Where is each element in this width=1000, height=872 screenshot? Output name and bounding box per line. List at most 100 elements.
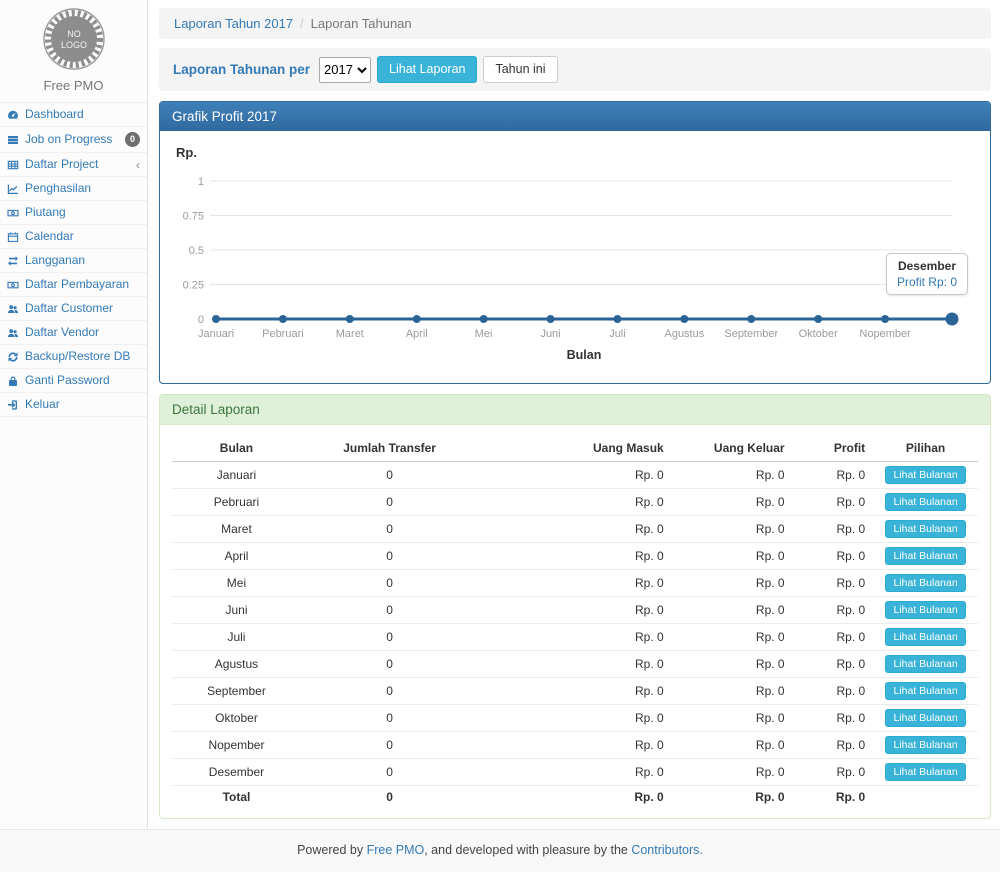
lihat-bulanan-button[interactable]: Lihat Bulanan bbox=[885, 547, 965, 565]
sidebar-item-label: Piutang bbox=[25, 206, 66, 219]
cell-jumlah_transfer: 0 bbox=[301, 651, 478, 678]
lihat-bulanan-button[interactable]: Lihat Bulanan bbox=[885, 682, 965, 700]
breadcrumb-separator: / bbox=[300, 16, 304, 31]
free-pmo-link[interactable]: Free PMO bbox=[367, 843, 425, 857]
lihat-bulanan-button[interactable]: Lihat Bulanan bbox=[885, 655, 965, 673]
sidebar-item-label: Ganti Password bbox=[25, 374, 110, 387]
sidebar: NO LOGO Free PMO DashboardJob on Progres… bbox=[0, 0, 148, 829]
contributors-link[interactable]: Contributors. bbox=[631, 843, 703, 857]
column-header-jumlah-transfer: Jumlah Transfer bbox=[301, 435, 478, 462]
brand: NO LOGO Free PMO bbox=[0, 0, 147, 102]
data-point[interactable] bbox=[480, 315, 488, 323]
cell-jumlah_transfer: 0 bbox=[301, 570, 478, 597]
detail-panel-body: BulanJumlah TransferUang MasukUang Kelua… bbox=[160, 425, 990, 818]
sidebar-item-keluar[interactable]: Keluar bbox=[0, 393, 147, 417]
sidebar-item-daftar-project[interactable]: Daftar Project‹ bbox=[0, 153, 147, 177]
data-point[interactable] bbox=[613, 315, 621, 323]
breadcrumb-link[interactable]: Laporan Tahun 2017 bbox=[174, 16, 293, 31]
x-tick-label: Pebruari bbox=[262, 328, 304, 340]
data-point[interactable] bbox=[279, 315, 287, 323]
table-row: Januari0Rp. 0Rp. 0Rp. 0Lihat Bulanan bbox=[172, 462, 978, 489]
column-header-profit: Profit bbox=[793, 435, 874, 462]
lihat-bulanan-button[interactable]: Lihat Bulanan bbox=[885, 601, 965, 619]
data-point[interactable] bbox=[881, 315, 889, 323]
cell-uang_keluar: Rp. 0 bbox=[672, 516, 793, 543]
cell-profit: Rp. 0 bbox=[793, 678, 874, 705]
lihat-bulanan-button[interactable]: Lihat Bulanan bbox=[885, 493, 965, 511]
cell-bulan: Januari bbox=[172, 462, 301, 489]
sign-out-icon bbox=[7, 399, 20, 411]
cell-pilihan: Lihat Bulanan bbox=[873, 489, 978, 516]
lihat-bulanan-button[interactable]: Lihat Bulanan bbox=[885, 763, 965, 781]
sidebar-item-label: Daftar Project bbox=[25, 158, 98, 171]
cell-jumlah_transfer: 0 bbox=[301, 678, 478, 705]
cell-bulan: Pebruari bbox=[172, 489, 301, 516]
chart-panel-body: 00.250.50.751Rp.JanuariPebruariMaretApri… bbox=[160, 131, 990, 383]
column-header-bulan: Bulan bbox=[172, 435, 301, 462]
table-row: Agustus0Rp. 0Rp. 0Rp. 0Lihat Bulanan bbox=[172, 651, 978, 678]
detail-laporan-panel: Detail Laporan BulanJumlah TransferUang … bbox=[159, 394, 991, 819]
sidebar-item-calendar[interactable]: Calendar bbox=[0, 225, 147, 249]
data-point[interactable] bbox=[680, 315, 688, 323]
sidebar-item-langganan[interactable]: Langganan bbox=[0, 249, 147, 273]
cell-uang_keluar: Rp. 0 bbox=[672, 462, 793, 489]
lihat-bulanan-button[interactable]: Lihat Bulanan bbox=[885, 520, 965, 538]
cell-jumlah_transfer: 0 bbox=[301, 732, 478, 759]
money-icon bbox=[7, 279, 20, 291]
table-row: Maret0Rp. 0Rp. 0Rp. 0Lihat Bulanan bbox=[172, 516, 978, 543]
data-point[interactable] bbox=[814, 315, 822, 323]
y-tick-label: 0.5 bbox=[189, 245, 204, 257]
cell-uang_masuk: Rp. 0 bbox=[478, 678, 671, 705]
data-point[interactable] bbox=[212, 315, 220, 323]
x-tick-label: Mei bbox=[475, 328, 493, 340]
table-row: Oktober0Rp. 0Rp. 0Rp. 0Lihat Bulanan bbox=[172, 705, 978, 732]
sidebar-item-label: Daftar Vendor bbox=[25, 326, 99, 339]
cell-bulan: April bbox=[172, 543, 301, 570]
cell-profit: Rp. 0 bbox=[793, 759, 874, 786]
sidebar-item-ganti-password[interactable]: Ganti Password bbox=[0, 369, 147, 393]
data-point[interactable] bbox=[547, 315, 555, 323]
cell-profit: Rp. 0 bbox=[793, 624, 874, 651]
sidebar-item-piutang[interactable]: Piutang bbox=[0, 201, 147, 225]
chart-panel-title: Grafik Profit 2017 bbox=[160, 102, 990, 131]
y-tick-label: 0 bbox=[198, 314, 204, 326]
data-point-active[interactable] bbox=[946, 313, 959, 326]
cell-bulan: September bbox=[172, 678, 301, 705]
money-icon bbox=[7, 207, 20, 219]
lihat-bulanan-button[interactable]: Lihat Bulanan bbox=[885, 466, 965, 484]
sidebar-item-backup-restore-db[interactable]: Backup/Restore DB bbox=[0, 345, 147, 369]
data-point[interactable] bbox=[747, 315, 755, 323]
table-row: September0Rp. 0Rp. 0Rp. 0Lihat Bulanan bbox=[172, 678, 978, 705]
cell-jumlah_transfer: 0 bbox=[301, 516, 478, 543]
sidebar-item-penghasilan[interactable]: Penghasilan bbox=[0, 177, 147, 201]
sidebar-item-daftar-customer[interactable]: Daftar Customer bbox=[0, 297, 147, 321]
tooltip-title: Desember bbox=[897, 259, 957, 273]
footer: Powered by Free PMO, and developed with … bbox=[0, 829, 1000, 872]
year-select[interactable]: 2017 bbox=[319, 57, 371, 83]
tooltip-value: Profit Rp: 0 bbox=[897, 275, 957, 289]
data-point[interactable] bbox=[346, 315, 354, 323]
lihat-bulanan-button[interactable]: Lihat Bulanan bbox=[885, 574, 965, 592]
cell-jumlah_transfer: 0 bbox=[301, 786, 478, 809]
cell-profit: Rp. 0 bbox=[793, 651, 874, 678]
sidebar-item-daftar-vendor[interactable]: Daftar Vendor bbox=[0, 321, 147, 345]
lihat-bulanan-button[interactable]: Lihat Bulanan bbox=[885, 736, 965, 754]
tahun-ini-button[interactable]: Tahun ini bbox=[483, 56, 557, 83]
lihat-bulanan-button[interactable]: Lihat Bulanan bbox=[885, 628, 965, 646]
cell-pilihan: Lihat Bulanan bbox=[873, 462, 978, 489]
svg-text:LOGO: LOGO bbox=[60, 40, 86, 50]
cell-uang_keluar: Rp. 0 bbox=[672, 759, 793, 786]
sidebar-item-dashboard[interactable]: Dashboard bbox=[0, 103, 147, 127]
cell-pilihan: Lihat Bulanan bbox=[873, 570, 978, 597]
sidebar-item-daftar-pembayaran[interactable]: Daftar Pembayaran bbox=[0, 273, 147, 297]
data-point[interactable] bbox=[413, 315, 421, 323]
profit-chart[interactable]: 00.250.50.751Rp.JanuariPebruariMaretApri… bbox=[172, 141, 978, 373]
sidebar-item-label: Daftar Customer bbox=[25, 302, 113, 315]
cell-bulan: Agustus bbox=[172, 651, 301, 678]
table-row: Mei0Rp. 0Rp. 0Rp. 0Lihat Bulanan bbox=[172, 570, 978, 597]
users-icon bbox=[7, 303, 20, 315]
sidebar-item-job-on-progress[interactable]: Job on Progress0 bbox=[0, 127, 147, 153]
lihat-bulanan-button[interactable]: Lihat Bulanan bbox=[885, 709, 965, 727]
cell-profit: Rp. 0 bbox=[793, 570, 874, 597]
lihat-laporan-button[interactable]: Lihat Laporan bbox=[377, 56, 477, 83]
